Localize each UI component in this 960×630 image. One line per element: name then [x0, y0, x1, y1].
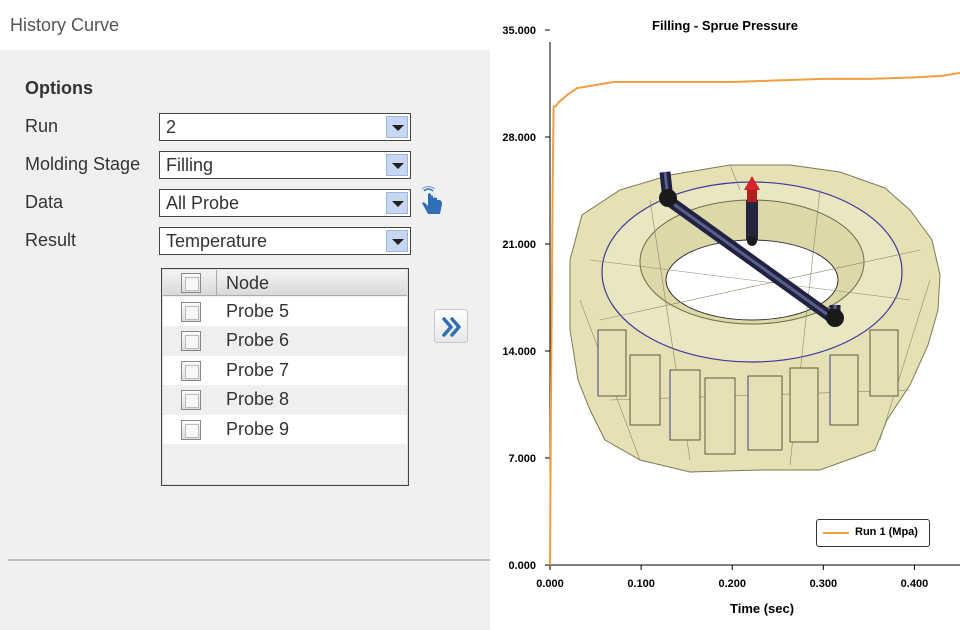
probe-label: Probe 8	[226, 389, 290, 409]
y-tick-label: 0.000	[508, 560, 536, 572]
x-tick-label: 0.100	[627, 578, 655, 590]
options-title: Options	[25, 78, 93, 98]
molding-stage-label: Molding Stage	[25, 154, 141, 174]
run-label: Run	[25, 116, 59, 136]
chevron-down-icon[interactable]	[386, 116, 408, 138]
list-item[interactable]: Probe 6	[163, 326, 407, 355]
run-select[interactable]: 2	[159, 113, 411, 141]
x-tick-label: 0.300	[810, 578, 838, 590]
y-tick-label: 28.000	[502, 132, 536, 144]
y-tick-label: 35.000	[502, 25, 536, 37]
x-axis-label: Time (sec)	[730, 601, 795, 616]
probe-checkbox[interactable]	[181, 302, 201, 322]
chevron-down-icon[interactable]	[386, 230, 408, 252]
data-select-value: All Probe	[166, 193, 240, 213]
double-chevron-right-icon	[442, 317, 461, 337]
data-select[interactable]: All Probe	[159, 189, 411, 217]
select-all-checkbox[interactable]	[181, 273, 201, 293]
probe-checkbox[interactable]	[181, 420, 201, 440]
probe-checkbox[interactable]	[181, 390, 201, 410]
molding-stage-select[interactable]: Filling	[159, 151, 411, 179]
x-tick-label: 0.200	[718, 578, 746, 590]
legend-label: Run 1 (Mpa)	[855, 526, 918, 538]
result-select[interactable]: Temperature	[159, 227, 411, 255]
legend-swatch	[823, 532, 849, 534]
probe-checkbox[interactable]	[181, 361, 201, 381]
probe-label: Probe 7	[226, 360, 290, 380]
gear-mesh-model	[569, 164, 941, 473]
list-item[interactable]: Probe 7	[163, 356, 407, 385]
list-item[interactable]: Probe 8	[163, 385, 407, 414]
probe-label: Probe 6	[226, 330, 290, 350]
options-panel: Options Run 2 Molding Stage Filling Data…	[0, 50, 490, 630]
column-divider	[216, 270, 217, 296]
page-title: History Curve	[10, 15, 120, 35]
result-label: Result	[25, 230, 77, 250]
y-tick-label: 7.000	[508, 453, 536, 465]
result-select-value: Temperature	[166, 231, 268, 251]
history-chart: Filling - Sprue Pressure 0.000 7.000 14.00…	[490, 0, 960, 630]
list-item[interactable]: Probe 5	[163, 297, 407, 326]
chevron-down-icon[interactable]	[386, 154, 408, 176]
probe-label: Probe 9	[226, 419, 290, 439]
probe-checkbox[interactable]	[181, 331, 201, 351]
y-tick-label: 14.000	[502, 346, 536, 358]
node-list-header: Node	[163, 270, 407, 296]
node-list: Node Probe 5 Probe 6 Probe 7 Probe 8 Pro…	[161, 268, 409, 486]
y-tick-label: 21.000	[502, 239, 536, 251]
panel-divider	[8, 559, 490, 561]
run-select-value: 2	[166, 117, 177, 137]
chevron-down-icon[interactable]	[386, 192, 408, 214]
list-item[interactable]: Probe 9	[163, 415, 407, 444]
data-label: Data	[25, 192, 64, 212]
add-to-chart-button[interactable]	[434, 309, 468, 343]
header: History Curve	[0, 0, 490, 50]
molding-stage-select-value: Filling	[166, 155, 214, 175]
hand-pointer-icon	[421, 186, 442, 214]
probe-label: Probe 5	[226, 301, 290, 321]
x-tick-label: 0.400	[901, 578, 929, 590]
chart-legend: Run 1 (Mpa)	[816, 519, 930, 547]
node-column-header: Node	[226, 273, 270, 293]
x-tick-label: 0.000	[536, 578, 564, 590]
